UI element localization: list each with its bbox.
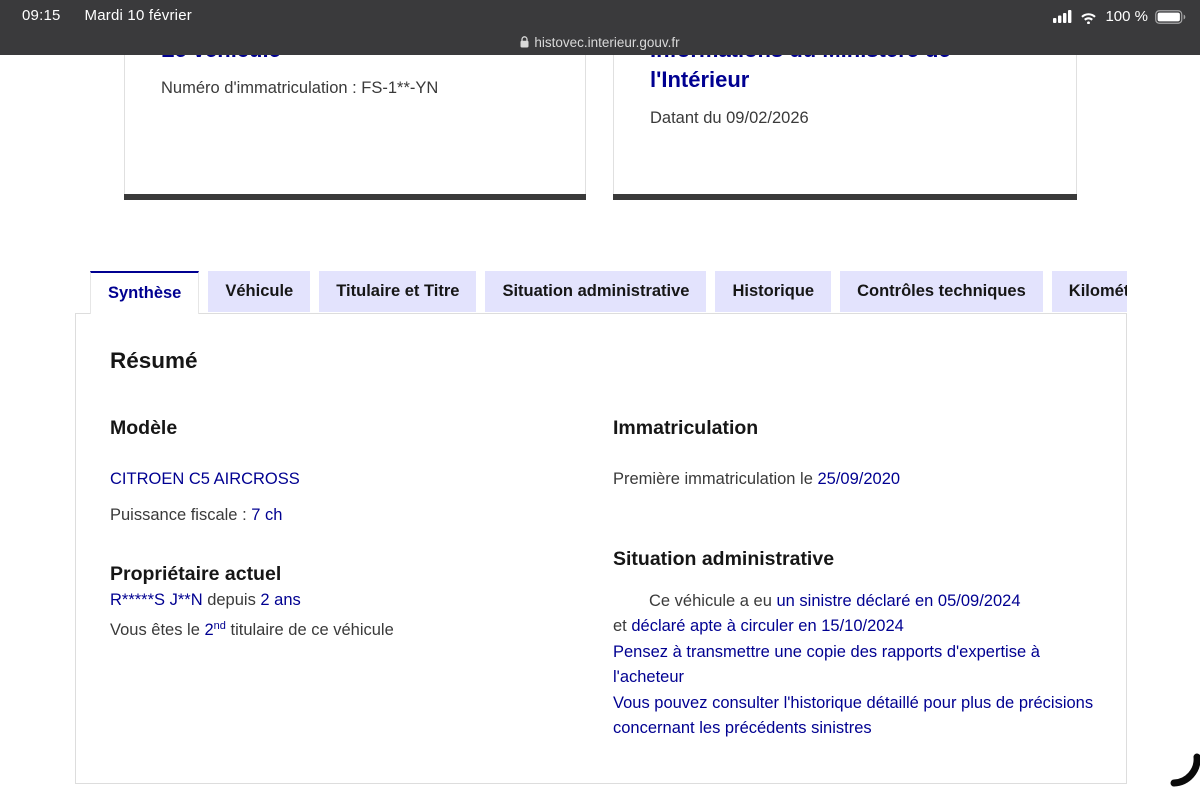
situation-claim: un sinistre déclaré en 05/09/2024 bbox=[776, 592, 1021, 610]
lock-icon bbox=[520, 36, 529, 48]
ministry-card-date: Datant du 09/02/2026 bbox=[650, 109, 809, 127]
first-registration-date: 25/09/2020 bbox=[817, 470, 901, 488]
owner-since-label: depuis bbox=[202, 591, 261, 609]
status-right: 100 % bbox=[1053, 8, 1186, 25]
tab-label: Historique bbox=[732, 282, 815, 300]
vehicle-registration-number: Numéro d'immatriculation : FS-1**-YN bbox=[161, 79, 439, 97]
tab-bar: Synthèse Véhicule Titulaire et Titre Sit… bbox=[90, 271, 1127, 314]
battery-icon bbox=[1155, 9, 1186, 24]
card-bottom-bar bbox=[124, 194, 586, 200]
holder-rank-suffix: nd bbox=[213, 620, 226, 632]
holder-line: Vous êtes le 2nd titulaire de ce véhicul… bbox=[110, 613, 570, 643]
tab-label: Situation administrative bbox=[502, 282, 690, 300]
model-heading: Modèle bbox=[110, 417, 178, 439]
resume-heading: Résumé bbox=[110, 348, 198, 373]
fiscal-power-label: Puissance fiscale : bbox=[110, 506, 252, 524]
tab-label: Kilométrage bbox=[1068, 282, 1127, 300]
first-registration-label: Première immatriculation le bbox=[613, 470, 818, 488]
tab-vehicule[interactable]: Véhicule bbox=[208, 271, 311, 312]
status-left: 09:15 Mardi 10 février bbox=[22, 7, 192, 24]
owner-name: R*****S J**N bbox=[110, 591, 203, 609]
wifi-icon bbox=[1081, 12, 1097, 24]
cellular-signal-icon bbox=[1053, 10, 1072, 23]
clock: 09:15 bbox=[22, 7, 61, 24]
card-bottom-bar bbox=[613, 194, 1077, 200]
tab-label: Contrôles techniques bbox=[857, 282, 1026, 300]
tab-situation-administrative[interactable]: Situation administrative bbox=[485, 271, 707, 312]
fiscal-power-value: 7 ch bbox=[251, 506, 283, 524]
situation-line1-prefix: Ce véhicule a eu bbox=[649, 592, 777, 610]
url-text: histovec.interieur.gouv.fr bbox=[534, 34, 680, 50]
tab-controles-techniques[interactable]: Contrôles techniques bbox=[840, 271, 1043, 312]
situation-heading: Situation administrative bbox=[613, 548, 835, 570]
situation-line2-prefix: et bbox=[613, 617, 632, 636]
tab-kilometrage[interactable]: Kilométrage bbox=[1051, 271, 1127, 312]
tab-synthese[interactable]: Synthèse bbox=[90, 271, 200, 314]
model-name: CITROEN C5 AIRCROSS bbox=[110, 470, 300, 488]
status-date: Mardi 10 février bbox=[84, 7, 192, 24]
tab-titulaire-et-titre[interactable]: Titulaire et Titre bbox=[319, 271, 477, 312]
tab-label: Véhicule bbox=[225, 282, 294, 300]
right-column: Immatriculation Première immatriculation… bbox=[613, 415, 1100, 741]
holder-suffix: titulaire de ce véhicule bbox=[225, 621, 394, 639]
situation-advice-history: Vous pouvez consulter l'historique détai… bbox=[613, 693, 1094, 738]
tab-historique[interactable]: Historique bbox=[715, 271, 832, 312]
holder-rank: 2 bbox=[204, 621, 214, 639]
first-registration-line: Première immatriculation le 25/09/2020 bbox=[613, 466, 1100, 492]
corner-arc-annotation bbox=[1170, 753, 1200, 787]
left-column: Modèle CITROEN C5 AIRCROSS Puissance fis… bbox=[110, 415, 570, 643]
status-bar: 09:15 Mardi 10 février 100 % histovec.in… bbox=[0, 0, 1200, 55]
tab-label: Synthèse bbox=[108, 284, 182, 302]
address-bar[interactable]: histovec.interieur.gouv.fr bbox=[0, 31, 1200, 53]
registration-heading: Immatriculation bbox=[613, 417, 759, 439]
holder-prefix: Vous êtes le bbox=[110, 621, 205, 639]
owner-since-value: 2 ans bbox=[260, 591, 301, 609]
tab-label: Titulaire et Titre bbox=[336, 282, 460, 300]
fiscal-power: Puissance fiscale : 7 ch bbox=[110, 502, 570, 528]
situation-advice-reports: Pensez à transmettre une copie des rappo… bbox=[613, 642, 1040, 687]
owner-heading: Propriétaire actuel bbox=[110, 563, 282, 585]
histovec-page: Le véhicule Numéro d'immatriculation : F… bbox=[0, 0, 1200, 787]
battery-percentage: 100 % bbox=[1105, 8, 1148, 25]
situation-paragraph: Ce véhicule a eu un sinistre déclaré en … bbox=[613, 589, 1100, 741]
situation-fit-to-drive: déclaré apte à circuler en 15/10/2024 bbox=[631, 617, 904, 636]
owner-line: R*****S J**N depuis 2 ans bbox=[110, 587, 570, 613]
